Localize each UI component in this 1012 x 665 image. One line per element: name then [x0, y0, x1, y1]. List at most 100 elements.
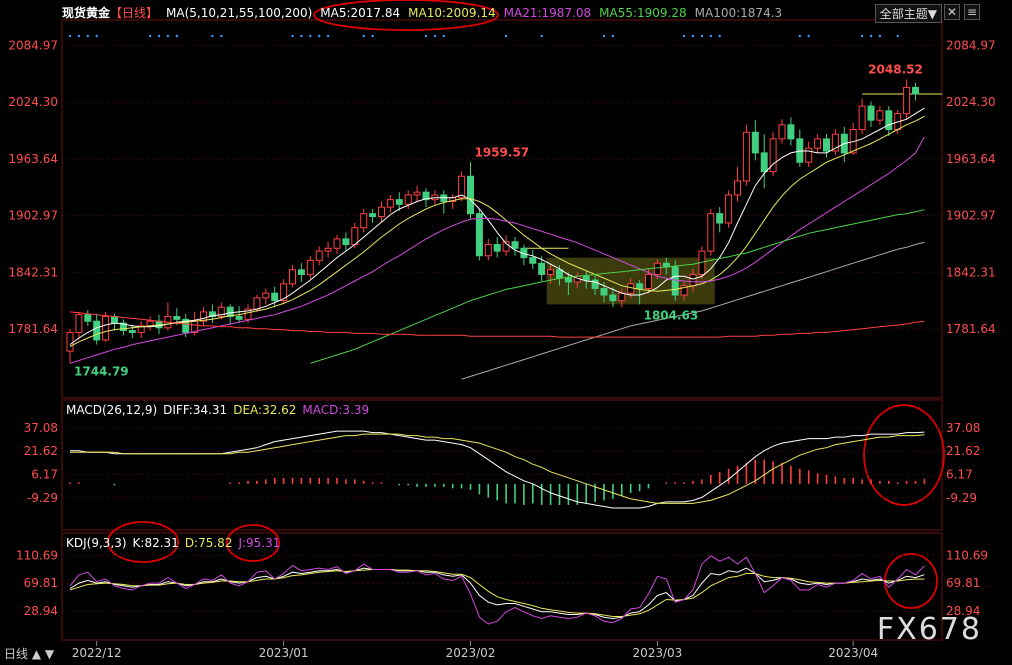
watermark: FX678 [876, 612, 982, 647]
candle-body [876, 110, 884, 121]
y-tick-label-right: 2024.30 [946, 95, 996, 109]
candle-body [636, 283, 644, 289]
instrument-name: 现货黄金 [62, 6, 111, 20]
price-header: 现货黄金 【日线】 MA(5,10,21,55,100,200) MA5:2017… [62, 4, 782, 21]
y-tick-label-right: 2084.97 [946, 38, 996, 52]
candle-body [903, 86, 911, 115]
signal-dot [77, 34, 81, 38]
x-axis: 2022/12 2023/01 2023/02 2023/03 2023/04 [72, 641, 878, 660]
candle-body [75, 314, 83, 333]
candle-body [618, 292, 626, 302]
candle-body [582, 275, 590, 281]
period-tag[interactable]: 【日线】 [110, 4, 158, 21]
y-tick-label-right: 21.62 [946, 444, 980, 458]
kdj-header: KDJ(9,3,3) K:82.31 D:75.82 J:95.31 [66, 536, 280, 550]
bottom-period-tab[interactable]: 日线 ▲ ▼ [4, 645, 54, 662]
y-tick-label-left: 37.08 [24, 421, 58, 435]
j-value: J:95.31 [238, 536, 281, 550]
signal-dot [318, 34, 321, 38]
options-button[interactable]: ≡ [964, 4, 980, 20]
candle-body [645, 273, 652, 289]
candle-body [333, 238, 341, 249]
signal-dot [371, 34, 374, 38]
candle-body [360, 213, 368, 229]
signal-dot [424, 34, 428, 38]
macd-panel: 37.08 37.08 21.62 21.62 6.17 6.17 -9.29 -9.29 [24, 421, 980, 509]
price-annotation: 1804.63 [644, 309, 699, 323]
signal-dot [86, 34, 90, 38]
kdj-params: KDJ(9,3,3) [66, 536, 127, 550]
y-tick-label-right: 69.81 [946, 576, 980, 590]
price-annotation: 2048.52 [868, 62, 923, 76]
y-tick-label-right: 37.08 [946, 421, 980, 435]
candle-body [734, 180, 741, 196]
signal-dot [611, 34, 615, 38]
theme-dropdown[interactable]: 全部主题▼ [874, 4, 942, 23]
candle-body [564, 277, 572, 283]
candle-body [93, 320, 101, 341]
y-tick-label-right: 1963.64 [946, 152, 996, 166]
candle-body [111, 316, 118, 324]
signal-dot [878, 34, 882, 38]
close-panel-button[interactable]: ✕ [944, 4, 960, 20]
candle-body [805, 147, 813, 163]
macd-params: MACD(26,12,9) [66, 403, 158, 417]
candle-body [404, 194, 412, 205]
candle-body [885, 110, 893, 131]
candle-body [351, 227, 359, 246]
candle-body [84, 314, 92, 322]
candle-body [556, 269, 563, 279]
highlight-ellipse [863, 404, 945, 506]
x-tick-label: 2022/12 [72, 646, 122, 660]
y-tick-label-right: 6.17 [946, 468, 973, 482]
signal-dot [362, 34, 365, 38]
signal-dot [220, 34, 223, 38]
signal-dot [869, 34, 873, 38]
ma5-value: MA5:2017.84 [320, 5, 401, 20]
signal-dot [166, 34, 170, 38]
signal-dot [700, 34, 704, 38]
candle-body [235, 316, 243, 320]
signal-dot [300, 34, 303, 38]
candle-body [671, 266, 679, 296]
y-tick-label-left: -9.29 [27, 491, 58, 505]
y-tick-label-left: 1842.31 [8, 265, 58, 279]
signal-dot [95, 34, 98, 38]
series-line-ma200 [69, 311, 925, 338]
price-annotation: 1744.79 [74, 364, 129, 378]
candle-body [778, 124, 786, 140]
signal-dot [709, 34, 712, 38]
ma21-value: MA21:1987.08 [503, 5, 592, 20]
y-tick-label-left: 21.62 [24, 444, 58, 458]
signal-dot [691, 34, 695, 38]
candle-body [760, 152, 768, 173]
series-line-j [69, 555, 925, 625]
y-tick-label-left: 1781.64 [8, 322, 58, 336]
ma55-value: MA55:1909.28 [599, 5, 687, 20]
candle-body [467, 175, 474, 215]
candle-body [538, 262, 546, 275]
ma10-value: MA10:2009.14 [408, 5, 496, 20]
y-tick-label-left: 2084.97 [8, 38, 58, 52]
candle-body [653, 262, 661, 275]
candle-body [289, 269, 296, 285]
candle-body [600, 287, 608, 296]
candle-body [280, 283, 288, 302]
signal-dot [807, 34, 810, 38]
candle-body [378, 206, 385, 217]
signal-dot [798, 34, 801, 38]
candle-body [814, 138, 822, 149]
candle-body [529, 257, 537, 264]
y-tick-label-right: 1842.31 [946, 265, 996, 279]
price-annotation: 1959.57 [475, 146, 530, 160]
x-tick-label: 2023/03 [632, 646, 682, 660]
candle-body [297, 269, 305, 275]
panel-border [61, 399, 943, 531]
signal-dot [860, 34, 864, 38]
candle-body [262, 292, 270, 299]
signal-dot [442, 34, 445, 38]
panel-border [61, 19, 943, 399]
candle-body [324, 247, 332, 252]
macd-header: MACD(26,12,9) DIFF:34.31 DEA:32.62 MACD:… [66, 403, 369, 417]
ma-params: MA(5,10,21,55,100,200) [166, 5, 313, 20]
